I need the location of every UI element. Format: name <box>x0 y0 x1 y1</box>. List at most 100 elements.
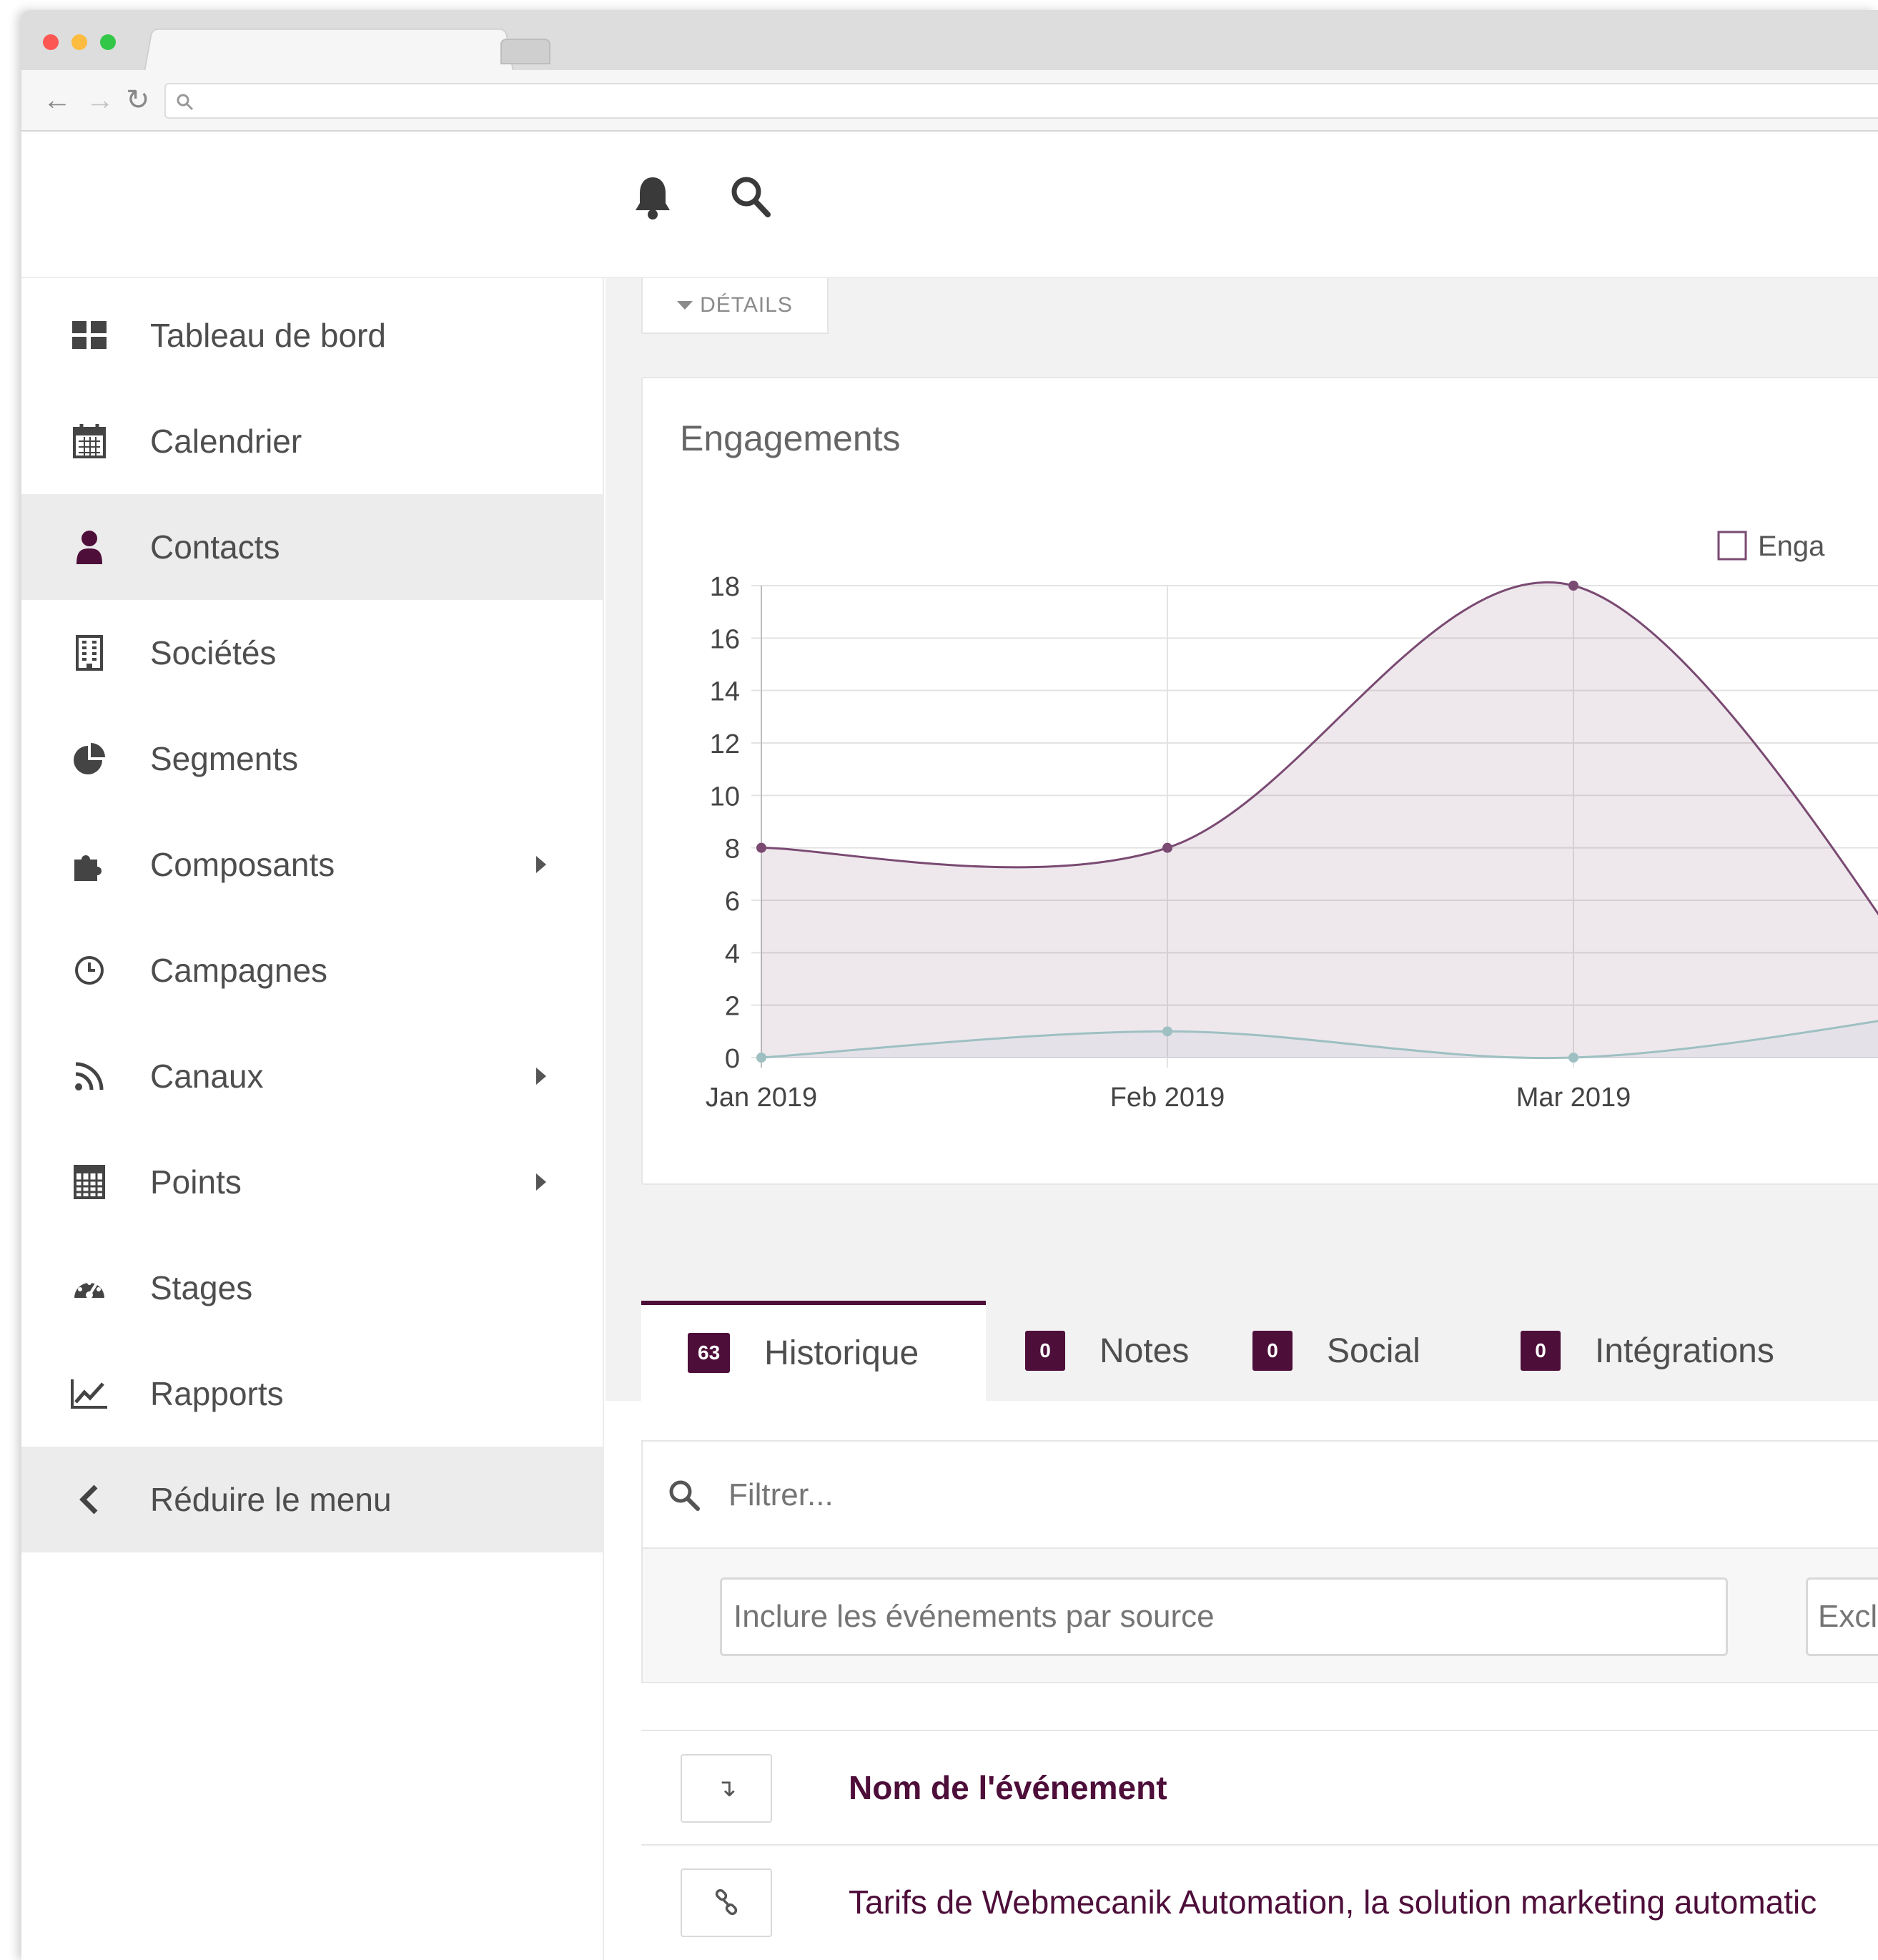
calculator-icon <box>70 1163 109 1201</box>
bell-icon[interactable] <box>633 174 673 220</box>
engagements-chart-card: Engagements 0 2 4 6 8 10 12 14 16 18 Jan 2019 Feb 2… <box>641 377 1878 1185</box>
sidebar-item-points[interactable]: Points <box>21 1129 604 1235</box>
line-chart-icon <box>70 1374 109 1413</box>
url-search-icon <box>177 94 194 111</box>
clock-icon <box>70 951 109 990</box>
tab-count-badge: 0 <box>1252 1331 1293 1371</box>
tab-label: Notes <box>1099 1331 1190 1370</box>
sidebar-item-label: Campagnes <box>150 952 328 989</box>
tachometer-icon <box>70 1269 109 1307</box>
caret-right-icon <box>536 1068 546 1085</box>
tab-label: Social <box>1327 1331 1420 1370</box>
forward-arrow-icon[interactable]: → <box>86 83 114 117</box>
user-icon <box>70 528 109 566</box>
series-area <box>761 582 1878 1058</box>
url-field[interactable] <box>164 83 1878 119</box>
x-tick-label: Mar 2019 <box>1516 1083 1631 1113</box>
calendar-icon <box>70 422 109 461</box>
tab-social[interactable]: 0 Social <box>1252 1301 1510 1401</box>
maximize-window-button[interactable] <box>100 34 116 50</box>
sidebar-item-campagnes[interactable]: Campagnes <box>21 917 604 1023</box>
y-tick-label: 0 <box>725 1044 740 1074</box>
filter-input[interactable] <box>728 1470 1729 1520</box>
data-point <box>756 842 766 853</box>
y-tick-label: 10 <box>710 782 740 812</box>
tab-count-badge: 0 <box>1025 1331 1065 1371</box>
sidebar-item-composants[interactable]: Composants <box>21 812 604 917</box>
sidebar-item-label: Tableau de bord <box>150 317 386 354</box>
legend-label: Enga <box>1758 531 1825 562</box>
sidebar-item-rapports[interactable]: Rapports <box>21 1341 604 1447</box>
browser-titlebar <box>21 10 1878 77</box>
tab-count-badge: 0 <box>1521 1331 1561 1371</box>
y-tick-label: 2 <box>725 992 740 1022</box>
sidebar-item-contacts[interactable]: Contacts <box>21 494 604 600</box>
sidebar-item-canaux[interactable]: Canaux <box>21 1023 604 1129</box>
tab-historique[interactable]: 63 Historique <box>641 1301 986 1401</box>
building-icon <box>70 634 109 672</box>
new-tab-button[interactable] <box>500 39 550 64</box>
main-content: DÉTAILS Engagements 0 2 4 6 8 10 12 14 16 18 Jan 2… <box>606 278 1878 1960</box>
sidebar-item-label: Rapports <box>150 1375 284 1412</box>
y-tick-label: 12 <box>710 729 740 759</box>
reload-icon[interactable]: ↻ <box>126 83 150 117</box>
sidebar-item-segments[interactable]: Segments <box>21 706 604 812</box>
minimize-window-button[interactable] <box>71 34 87 50</box>
close-window-button[interactable] <box>43 34 59 50</box>
sidebar-item-label: Contacts <box>150 528 280 566</box>
caret-right-icon <box>536 1173 546 1191</box>
back-arrow-icon[interactable]: ← <box>43 83 71 117</box>
y-tick-label: 6 <box>725 887 740 917</box>
engagements-chart: 0 2 4 6 8 10 12 14 16 18 Jan 2019 Feb 2019 Mar 2019 E… <box>706 531 1878 1113</box>
tab-label: Historique <box>764 1334 919 1372</box>
event-name-column-header[interactable]: Nom de l'événement <box>849 1768 1167 1807</box>
sidebar-item-label: Composants <box>150 846 335 883</box>
legend-swatch <box>1717 531 1747 561</box>
exclude-source-input[interactable] <box>1806 1577 1878 1656</box>
sidebar-item-calendrier[interactable]: Calendrier <box>21 388 604 494</box>
sidebar: Tableau de bord Calendrier Contacts Soci… <box>21 278 604 1960</box>
browser-tab[interactable] <box>143 28 515 77</box>
sort-button[interactable]: ↴ <box>681 1754 772 1823</box>
caret-right-icon <box>536 856 546 873</box>
details-toggle-button[interactable]: DÉTAILS <box>641 278 829 334</box>
sidebar-item-label: Calendrier <box>150 423 302 460</box>
sidebar-item-stages[interactable]: Stages <box>21 1235 604 1341</box>
y-tick-label: 14 <box>710 677 740 707</box>
sidebar-item-label: Canaux <box>150 1058 264 1095</box>
address-bar: ← → ↻ <box>21 70 1878 132</box>
tab-count-badge: 63 <box>688 1333 731 1373</box>
data-point <box>1568 581 1578 591</box>
y-tick-label: 8 <box>725 834 740 865</box>
filter-row <box>643 1442 1878 1549</box>
tab-bar: 63 Historique 0 Notes 0 Social 0 Intégra… <box>641 1301 1878 1401</box>
sidebar-item-label: Sociétés <box>150 634 277 671</box>
tab-label: Intégrations <box>1595 1331 1774 1370</box>
data-point <box>756 1053 766 1063</box>
pie-chart-icon <box>70 739 109 778</box>
puzzle-icon <box>70 845 109 884</box>
dashboard-grid-icon <box>70 316 109 355</box>
sidebar-item-label: Segments <box>150 740 299 777</box>
data-point <box>1162 1026 1172 1037</box>
y-tick-label: 18 <box>710 572 740 602</box>
chevron-left-icon <box>70 1480 109 1519</box>
search-icon[interactable] <box>729 174 772 220</box>
sidebar-item-label: Points <box>150 1163 242 1201</box>
sidebar-item-label: Stages <box>150 1269 253 1306</box>
collapse-menu-button[interactable]: Réduire le menu <box>21 1447 604 1552</box>
caret-down-icon <box>677 301 693 310</box>
filter-box <box>641 1440 1878 1683</box>
include-source-input[interactable] <box>720 1577 1728 1656</box>
table-header-row: ↴ Nom de l'événement <box>641 1730 1878 1844</box>
sidebar-item-tableau-de-bord[interactable]: Tableau de bord <box>21 282 604 388</box>
tab-integrations[interactable]: 0 Intégrations <box>1521 1301 1878 1401</box>
sidebar-item-societes[interactable]: Sociétés <box>21 600 604 706</box>
history-panel: ↴ Nom de l'événement Tarifs de Webmecani… <box>606 1401 1878 1960</box>
y-tick-label: 16 <box>710 624 740 654</box>
link-icon[interactable] <box>681 1868 772 1937</box>
data-point <box>1162 842 1172 853</box>
tab-notes[interactable]: 0 Notes <box>986 1301 1243 1401</box>
filter-search-icon <box>669 1480 700 1511</box>
event-name-link[interactable]: Tarifs de Webmecanik Automation, la solu… <box>849 1883 1817 1921</box>
